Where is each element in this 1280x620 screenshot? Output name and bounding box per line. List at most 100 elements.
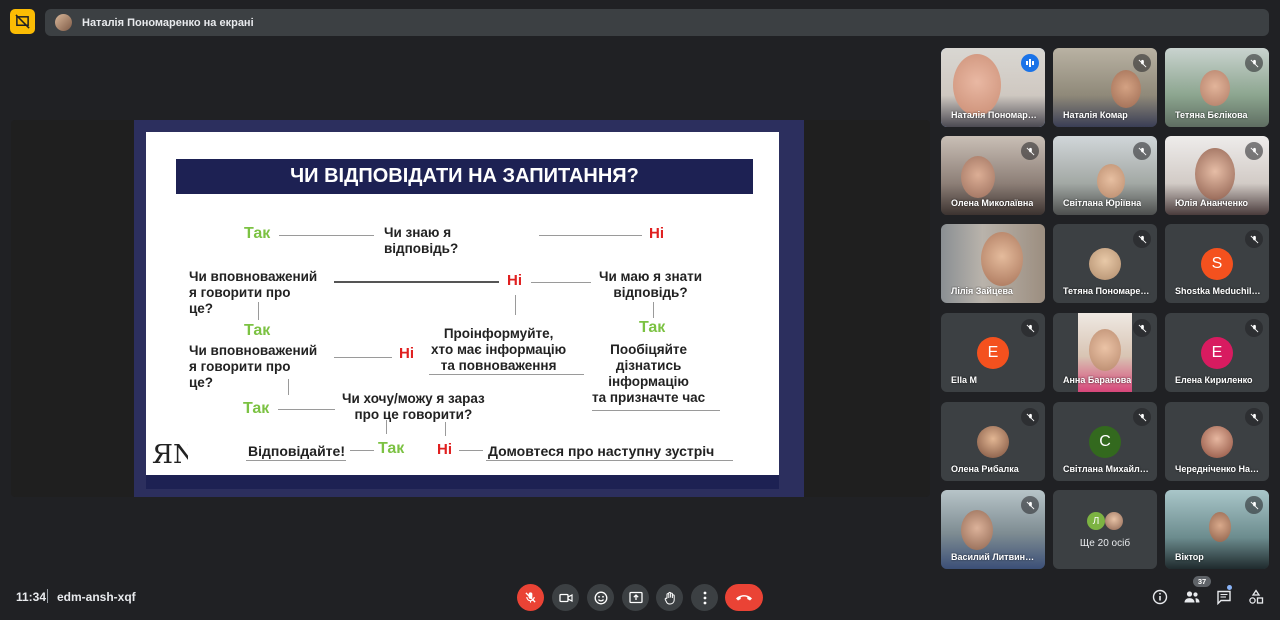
question-authorized: Чи вповноважений я говорити про це?: [189, 269, 318, 316]
participant-name: Shostka Meduchilishe: [1175, 286, 1263, 296]
mic-off-icon: [1245, 230, 1263, 248]
participant-tile[interactable]: Олена Миколаївна: [941, 136, 1045, 215]
mic-toggle-button[interactable]: [517, 584, 544, 611]
promise-advice: Пообіцяйте дізнатись інформацію та призн…: [592, 342, 706, 405]
participant-face: [1111, 70, 1141, 108]
mic-off-icon: [1133, 142, 1151, 160]
slide-title: ЧИ ВІДПОВІДАТИ НА ЗАПИТАННЯ?: [176, 159, 753, 194]
agree-meeting: Домовтеся про наступну зустріч: [488, 443, 715, 459]
info-icon: [1152, 589, 1168, 605]
connector: [486, 460, 733, 461]
yes-label-1: Так: [244, 225, 271, 242]
participant-face: [1195, 148, 1235, 200]
participant-tile[interactable]: Олена Рибалка: [941, 402, 1045, 481]
presenting-banner[interactable]: Наталія Пономаренко на екрані: [45, 9, 1269, 36]
connector: [386, 420, 387, 434]
participant-tile[interactable]: Лілія Зайцева: [941, 224, 1045, 303]
connector: [531, 282, 591, 283]
participant-tile[interactable]: Василий Литвиненко: [941, 490, 1045, 569]
activities-button[interactable]: [1246, 587, 1266, 607]
presentation-icon[interactable]: [10, 9, 35, 34]
emoji-icon: [594, 591, 607, 604]
participant-tile[interactable]: Наталія Комар: [1053, 48, 1157, 127]
more-vert-icon: [703, 591, 706, 604]
raise-hand-button[interactable]: [656, 584, 683, 611]
people-count-badge: 37: [1193, 576, 1211, 587]
present-screen-button[interactable]: [622, 584, 649, 611]
connector: [334, 357, 392, 358]
participant-name: Наталія Комар: [1063, 110, 1128, 120]
meeting-details-button[interactable]: [1150, 587, 1170, 607]
svg-text:ЯN: ЯN: [152, 440, 188, 470]
connector: [429, 374, 584, 375]
camera-icon: [558, 593, 573, 602]
mic-off-icon: [1021, 319, 1039, 337]
end-call-button[interactable]: [725, 584, 763, 611]
connector: [334, 281, 499, 283]
more-participants-tile[interactable]: Л Ще 20 осіб: [1053, 490, 1157, 569]
connector: [258, 302, 259, 320]
participant-tile[interactable]: Тетяна Пономаренко: [1053, 224, 1157, 303]
slide-logo: ЯN: [152, 440, 188, 470]
participant-name: Тетяна Бєлікова: [1175, 110, 1248, 120]
mic-off-icon: [1021, 408, 1039, 426]
yes-label-3: Так: [639, 319, 666, 336]
mic-off-icon: [1133, 408, 1151, 426]
mic-off-icon: [1245, 319, 1263, 337]
participant-face: [1097, 164, 1125, 198]
mic-off-icon: [1133, 54, 1151, 72]
mic-off-icon: [1021, 496, 1039, 514]
more-options-button[interactable]: [691, 584, 718, 611]
camera-toggle-button[interactable]: [552, 584, 579, 611]
connector: [278, 409, 335, 410]
participant-name: Олена Рибалка: [951, 464, 1019, 474]
participant-name: Анна Баранова: [1063, 375, 1132, 385]
mic-off-icon: [525, 592, 536, 603]
participant-initial: S: [1201, 248, 1233, 280]
connector: [539, 235, 642, 236]
connector: [279, 235, 374, 236]
participant-tile[interactable]: E Елена Кириленко: [1165, 313, 1269, 392]
participant-tile[interactable]: Юлія Ананченко: [1165, 136, 1269, 215]
participant-avatar: [1201, 426, 1233, 458]
participant-tile[interactable]: Анна Баранова: [1053, 313, 1157, 392]
chat-button[interactable]: [1214, 587, 1234, 607]
participant-tile[interactable]: S Shostka Meduchilishe: [1165, 224, 1269, 303]
no-label-2: Ні: [507, 272, 522, 289]
participant-tile[interactable]: Віктор: [1165, 490, 1269, 569]
participant-tile[interactable]: Тетяна Бєлікова: [1165, 48, 1269, 127]
chat-notification-dot: [1227, 585, 1232, 590]
participant-name: Юлія Ананченко: [1175, 198, 1248, 208]
yes-label-4: Так: [243, 400, 270, 417]
people-button[interactable]: [1182, 587, 1202, 607]
connector: [288, 379, 289, 395]
participant-name: Наталія Пономаренко: [951, 110, 1039, 120]
participant-tile[interactable]: Світлана Юріївна: [1053, 136, 1157, 215]
reactions-button[interactable]: [587, 584, 614, 611]
connector: [350, 450, 374, 451]
participant-name: Світлана Юріївна: [1063, 198, 1142, 208]
question-authorized-2: Чи вповноважений я говорити про це?: [189, 343, 318, 390]
answer-action: Відповідайте!: [248, 443, 345, 459]
slide-frame: ЧИ ВІДПОВІДАТИ НА ЗАПИТАННЯ? Так Чи знаю…: [134, 120, 804, 497]
participant-name: Ella M: [951, 375, 978, 385]
yes-label-2: Так: [244, 322, 271, 339]
meeting-code: edm-ansh-xqf: [57, 590, 136, 604]
participant-tile[interactable]: Наталія Пономаренко: [941, 48, 1045, 127]
connector: [246, 460, 346, 461]
hand-icon: [664, 591, 675, 604]
participant-face: [1089, 329, 1121, 371]
shared-screen[interactable]: ЧИ ВІДПОВІДАТИ НА ЗАПИТАННЯ? Так Чи знаю…: [11, 120, 930, 497]
connector: [445, 422, 446, 436]
present-icon: [628, 591, 643, 604]
participant-initial: E: [1201, 337, 1233, 369]
no-label-1: Ні: [649, 225, 664, 242]
participant-tile[interactable]: Чередніченко Наталія: [1165, 402, 1269, 481]
participant-name: Олена Миколаївна: [951, 198, 1034, 208]
mic-off-icon: [1021, 142, 1039, 160]
participant-tile[interactable]: С Світлана Михайлівна: [1053, 402, 1157, 481]
participant-name: Чередніченко Наталія: [1175, 464, 1263, 474]
participant-tile[interactable]: E Ella M: [941, 313, 1045, 392]
participant-initial: Л: [1087, 512, 1105, 530]
slide: ЧИ ВІДПОВІДАТИ НА ЗАПИТАННЯ? Так Чи знаю…: [146, 132, 779, 489]
